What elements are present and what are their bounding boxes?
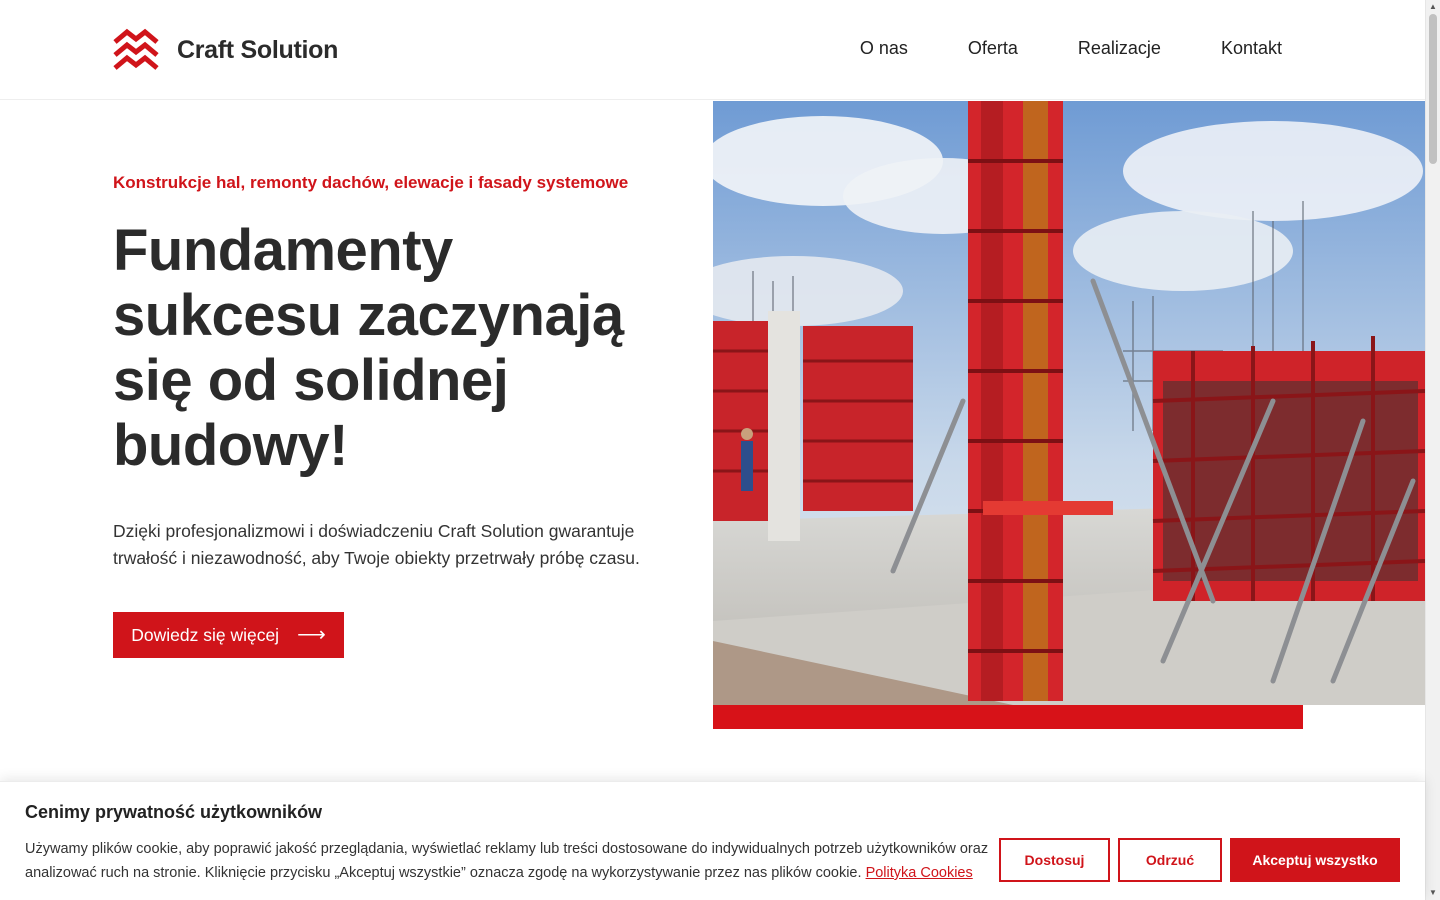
accept-all-button[interactable]: Akceptuj wszystko: [1230, 838, 1400, 882]
hero-subheading: Konstrukcje hal, remonty dachów, elewacj…: [113, 173, 629, 192]
nav-item-kontakt[interactable]: Kontakt: [1221, 38, 1282, 59]
arrow-right-icon: ⟶: [297, 624, 326, 646]
construction-site-photo: [713, 101, 1425, 705]
learn-more-button[interactable]: Dowiedz się więcej ⟶: [113, 612, 344, 658]
page-scrollbar[interactable]: ▲ ▼: [1425, 0, 1440, 900]
hero-description: Dzięki profesjonalizmowi i doświadczeniu…: [113, 521, 640, 568]
cookie-banner: Cenimy prywatność użytkowników Używamy p…: [0, 781, 1425, 900]
learn-more-label: Dowiedz się więcej: [131, 624, 280, 645]
logo-text: Craft Solution: [177, 35, 339, 64]
customize-button[interactable]: Dostosuj: [999, 838, 1110, 882]
nav-item-oferta[interactable]: Oferta: [968, 38, 1018, 59]
cookie-text: Używamy plików cookie, aby poprawić jako…: [25, 837, 990, 885]
logo-icon: [113, 28, 159, 70]
hero-accent-bar: [713, 705, 1303, 729]
nav-item-o-nas[interactable]: O nas: [860, 38, 908, 59]
cookie-message: Używamy plików cookie, aby poprawić jako…: [25, 841, 989, 881]
reject-button[interactable]: Odrzuć: [1118, 838, 1222, 882]
scroll-up-icon[interactable]: ▲: [1429, 3, 1437, 11]
main-nav: O nas Oferta Realizacje Kontakt: [860, 38, 1282, 59]
scrollbar-thumb[interactable]: [1429, 14, 1437, 164]
site-header: Craft Solution O nas Oferta Realizacje K…: [0, 0, 1425, 100]
cookie-title: Cenimy prywatność użytkowników: [25, 802, 323, 822]
nav-item-realizacje[interactable]: Realizacje: [1078, 38, 1161, 59]
hero-title: Fundamenty sukcesu zaczynają się od soli…: [113, 218, 624, 478]
logo-link[interactable]: Craft Solution: [113, 28, 338, 72]
cookie-policy-link[interactable]: Polityka Cookies: [866, 865, 973, 881]
hero-construction-image: [713, 101, 1425, 705]
scroll-down-icon[interactable]: ▼: [1429, 889, 1437, 897]
